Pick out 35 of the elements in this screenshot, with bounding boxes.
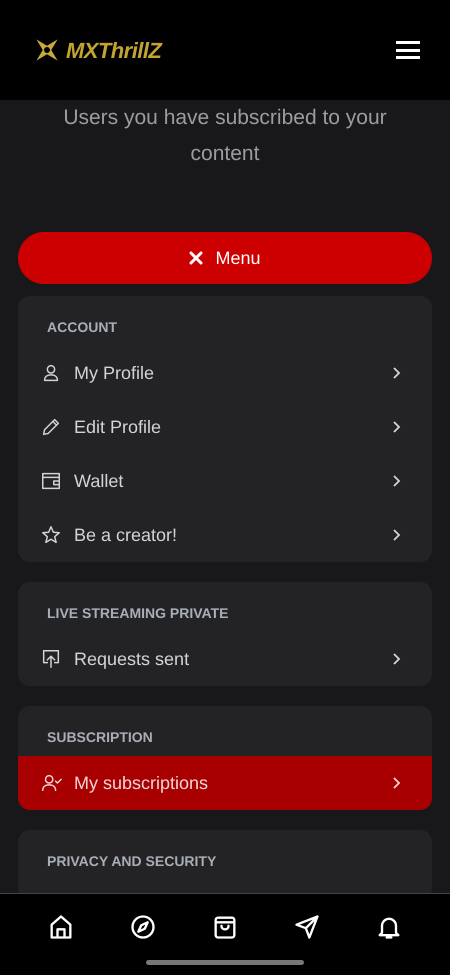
section-title: PRIVACY AND SECURITY: [46, 852, 218, 870]
section-title: ACCOUNT: [46, 318, 118, 336]
compass-icon[interactable]: [129, 913, 157, 941]
intro-text: Users you have subscribed to your: [63, 105, 387, 131]
menu-button[interactable]: Menu: [18, 232, 432, 284]
menu-item[interactable]: My Profile: [18, 346, 432, 400]
chevron-icon: [392, 474, 402, 488]
logo-text: MXThrillZ: [66, 36, 162, 64]
menu-item[interactable]: My subscriptions: [18, 756, 432, 810]
item-label: Wallet: [74, 470, 124, 492]
chevron-icon: [392, 528, 402, 542]
item-label: Be a creator!: [74, 524, 178, 546]
menu-item[interactable]: Wallet: [18, 454, 432, 508]
menu-item[interactable]: Be a creator!: [18, 508, 432, 562]
chevron-icon: [392, 366, 402, 380]
menu-item[interactable]: Requests sent: [18, 632, 432, 686]
item-label: My subscriptions: [74, 772, 210, 795]
person-check-icon: [40, 772, 62, 794]
section-title: SUBSCRIPTION: [46, 728, 154, 746]
menu-icon[interactable]: [396, 40, 420, 60]
chevron-icon: [392, 420, 402, 434]
upload-icon: [40, 648, 62, 670]
section-title: LIVE STREAMING PRIVATE: [46, 604, 230, 622]
pencil-icon: [40, 416, 62, 438]
intro-text: content: [190, 141, 260, 167]
wallet-icon: [40, 470, 62, 492]
menu-item[interactable]: Edit Profile: [18, 400, 432, 454]
send-icon[interactable]: [293, 913, 321, 941]
chevron-icon: [392, 776, 402, 790]
item-label: Requests sent: [74, 648, 190, 671]
item-label: My Profile: [74, 362, 156, 385]
chevron-icon: [392, 652, 402, 666]
star-icon: [40, 524, 62, 546]
item-label: Edit Profile: [74, 416, 162, 438]
close-icon: [189, 251, 204, 265]
